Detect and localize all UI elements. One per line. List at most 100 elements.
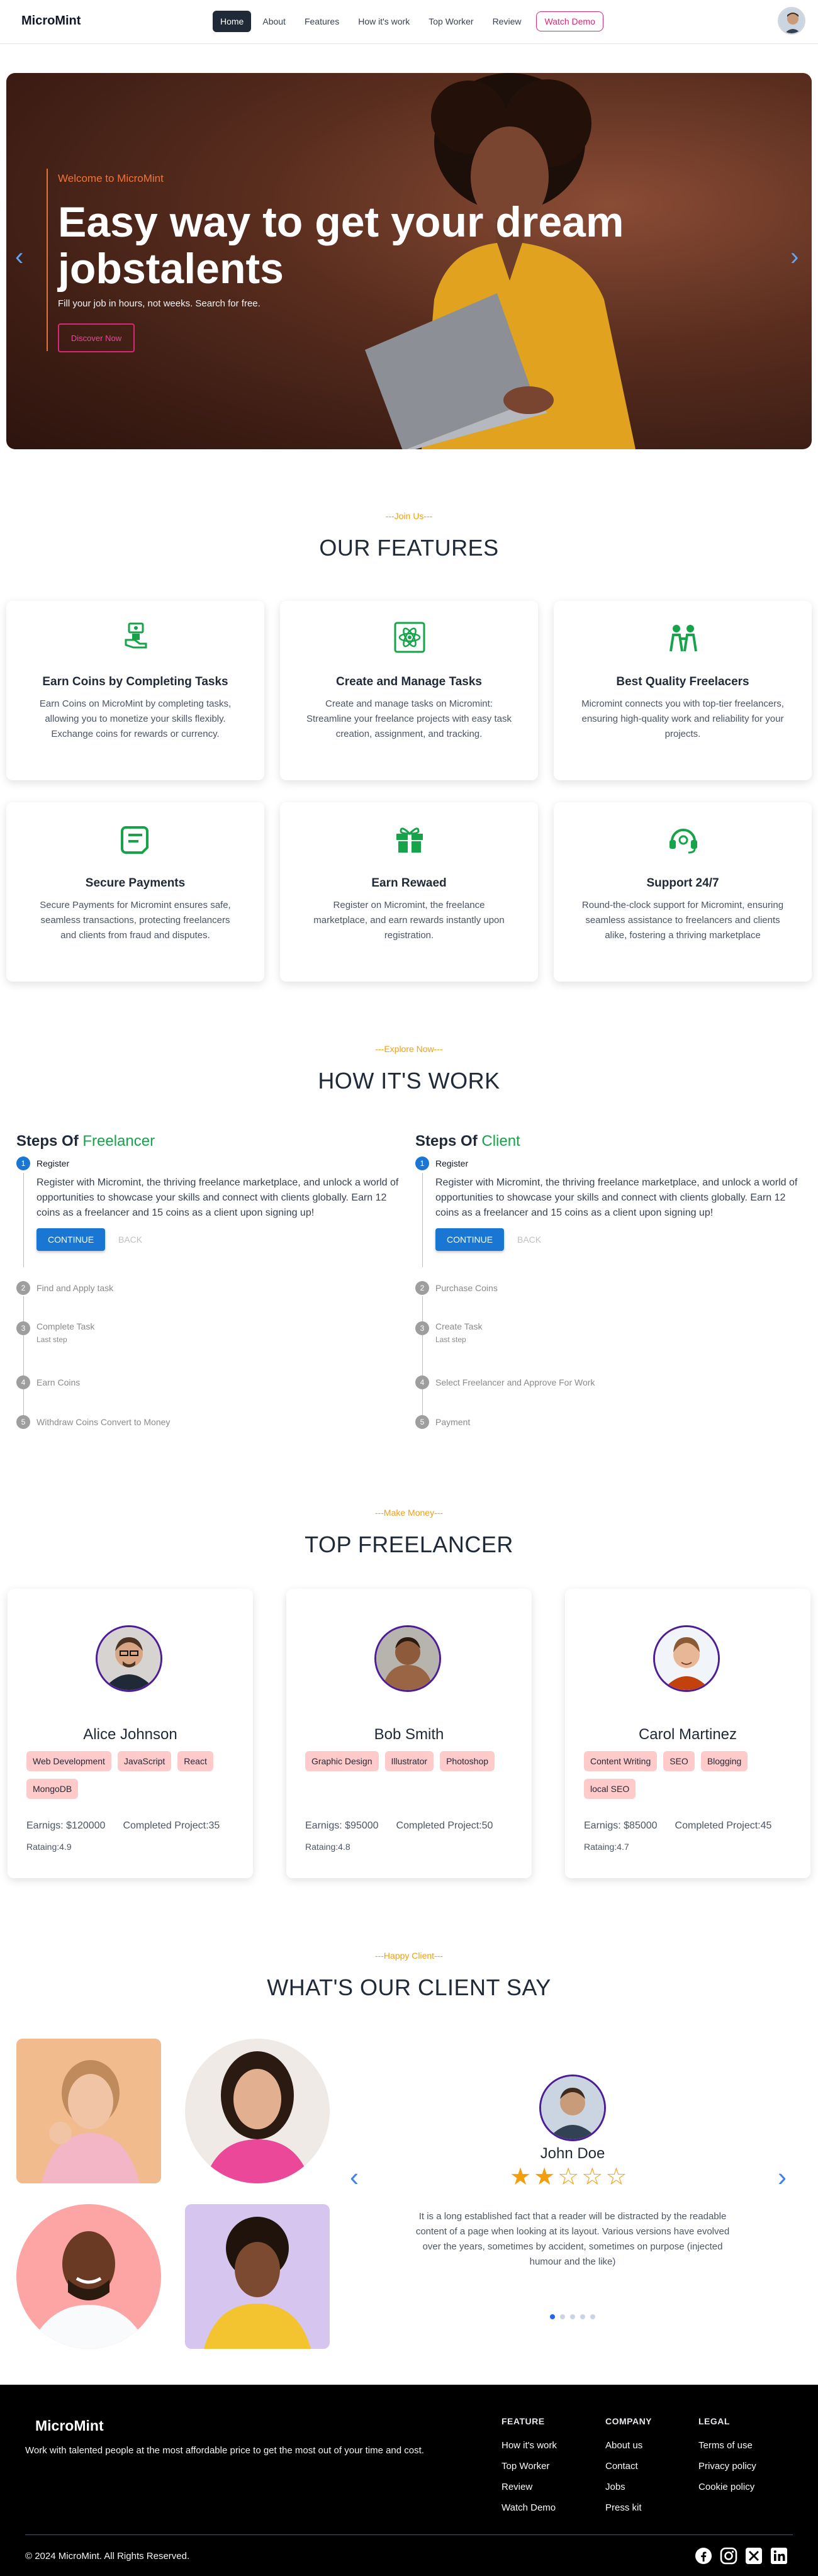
projects-value: 45 <box>760 1820 772 1831</box>
nav-about[interactable]: About <box>255 11 293 32</box>
star-empty-icon: ☆ <box>581 2164 603 2190</box>
feature-title: Earn Rewaed <box>371 876 447 890</box>
footer-link[interactable]: Contact <box>605 2461 652 2472</box>
footer-link[interactable]: How it's work <box>501 2440 557 2451</box>
footer-column-title: LEGAL <box>698 2416 730 2426</box>
skill-tag: Blogging <box>700 1751 748 1771</box>
step-number: 5 <box>415 1415 429 1429</box>
footer: MicroMint Work with talented people at t… <box>0 2385 818 2576</box>
atom-icon <box>394 622 425 653</box>
footer-brand: MicroMint <box>35 2417 104 2434</box>
freelancer-name: Carol Martinez <box>638 1726 737 1743</box>
client-continue-button[interactable]: CONTINUE <box>435 1228 505 1251</box>
step-body: Register with Micromint, the thriving fr… <box>435 1177 798 1218</box>
testimonial-prev-arrow-icon[interactable]: ‹ <box>350 2162 359 2192</box>
freelancer-avatar <box>96 1625 162 1692</box>
footer-link[interactable]: About us <box>605 2440 652 2451</box>
testimonial-next-arrow-icon[interactable]: › <box>778 2162 787 2192</box>
skill-tag: SEO <box>663 1751 695 1771</box>
skill-tag: Graphic Design <box>305 1751 379 1771</box>
hero-next-arrow-icon[interactable]: › <box>790 243 798 271</box>
feature-card: Support 24/7 Round-the-clock support for… <box>554 802 812 982</box>
freelancer-rating: Rataing:4.7 <box>584 1842 629 1852</box>
step-number: 4 <box>415 1375 429 1389</box>
step-number: 2 <box>415 1281 429 1295</box>
step-number: 2 <box>16 1281 30 1295</box>
nav-top-worker[interactable]: Top Worker <box>421 11 481 32</box>
step-body: Register with Micromint, the thriving fr… <box>36 1177 399 1218</box>
rating-value: 4.9 <box>59 1842 72 1852</box>
skill-tags: Content Writing SEO Blogging local SEO <box>584 1751 798 1799</box>
rating-label: Rataing: <box>26 1842 60 1852</box>
skill-tags: Web Development JavaScript React MongoDB <box>26 1751 240 1799</box>
how-title: HOW IT'S WORK <box>318 1068 500 1094</box>
footer-column-feature: FEATURE How it's work Top Worker Review … <box>501 2416 557 2523</box>
linkedin-icon[interactable] <box>770 2547 788 2565</box>
people-icon <box>670 625 697 652</box>
projects-label: Completed Project: <box>396 1820 482 1831</box>
discover-now-button[interactable]: Discover Now <box>58 323 135 352</box>
carousel-dot[interactable] <box>580 2314 585 2319</box>
client-back-button[interactable]: BACK <box>517 1235 541 1245</box>
rating-value: 4.7 <box>617 1842 629 1852</box>
x-icon[interactable] <box>745 2547 763 2565</box>
step-number: 5 <box>16 1415 30 1429</box>
footer-column-title: COMPANY <box>605 2416 653 2426</box>
gift-icon <box>396 827 423 853</box>
carousel-dot[interactable] <box>570 2314 575 2319</box>
brand-logo[interactable]: MicroMint <box>21 14 81 28</box>
payment-icon <box>121 826 148 854</box>
stepper-connector <box>422 1173 423 1267</box>
footer-link[interactable]: Top Worker <box>501 2461 557 2472</box>
client-photo <box>185 2039 330 2183</box>
carousel-dot[interactable] <box>550 2314 555 2319</box>
footer-link[interactable]: Jobs <box>605 2482 652 2492</box>
skill-tag: Web Development <box>26 1751 111 1771</box>
feature-card: Earn Coins by Completing Tasks Earn Coin… <box>6 601 264 780</box>
hero-title: Easy way to get your dream jobstalents <box>58 198 624 293</box>
rating-value: 4.8 <box>338 1842 350 1852</box>
rating-label: Rataing: <box>305 1842 339 1852</box>
clients-kicker: ---Happy Client--- <box>374 1951 444 1961</box>
carousel-dot[interactable] <box>560 2314 565 2319</box>
reviewer-avatar <box>539 2075 606 2141</box>
skill-tag: Photoshop <box>440 1751 495 1771</box>
facebook-icon[interactable] <box>695 2547 712 2565</box>
projects-label: Completed Project: <box>123 1820 209 1831</box>
hero-welcome: Welcome to MicroMint <box>58 172 164 184</box>
instagram-icon[interactable] <box>720 2547 737 2565</box>
feature-title: Secure Payments <box>85 876 186 890</box>
freelancer-rating: Rataing:4.9 <box>26 1842 72 1852</box>
rating-label: Rataing: <box>584 1842 617 1852</box>
footer-link[interactable]: Privacy policy <box>698 2461 756 2472</box>
footer-link[interactable]: Review <box>501 2482 557 2492</box>
carousel-dot[interactable] <box>590 2314 595 2319</box>
step-number: 1 <box>415 1156 429 1170</box>
earnings-value: $85000 <box>624 1820 658 1831</box>
nav-review[interactable]: Review <box>485 11 529 32</box>
step-label: Register <box>435 1158 469 1168</box>
reviewer-name: John Doe <box>540 2145 605 2162</box>
step-label: Purchase Coins <box>435 1283 498 1293</box>
freelancer-continue-button[interactable]: CONTINUE <box>36 1228 106 1251</box>
earnings-value: $95000 <box>345 1820 379 1831</box>
step-label: Withdraw Coins Convert to Money <box>36 1417 171 1427</box>
freelancer-back-button[interactable]: BACK <box>118 1235 142 1245</box>
skill-tag: Illustrator <box>384 1751 434 1771</box>
freelancer-stats: Earnigs: $95000 Completed Project:50 <box>305 1820 493 1832</box>
client-label: Client <box>481 1133 520 1150</box>
watch-demo-button[interactable]: Watch Demo <box>536 11 603 31</box>
nav-features[interactable]: Features <box>297 11 347 32</box>
feature-card: Secure Payments Secure Payments for Micr… <box>6 802 264 982</box>
footer-link[interactable]: Press kit <box>605 2502 652 2513</box>
footer-link[interactable]: Terms of use <box>698 2440 756 2451</box>
nav-home[interactable]: Home <box>213 11 252 32</box>
nav-how[interactable]: How it's work <box>350 11 417 32</box>
hero-prev-arrow-icon[interactable]: ‹ <box>15 243 23 271</box>
freelancer-steps-heading: Steps Of Freelancer <box>16 1133 155 1150</box>
footer-link[interactable]: Watch Demo <box>501 2502 557 2513</box>
footer-link[interactable]: Cookie policy <box>698 2482 756 2492</box>
skill-tags: Graphic Design Illustrator Photoshop <box>305 1751 519 1771</box>
how-kicker: ---Explore Now--- <box>375 1044 443 1054</box>
user-avatar[interactable] <box>778 7 805 35</box>
